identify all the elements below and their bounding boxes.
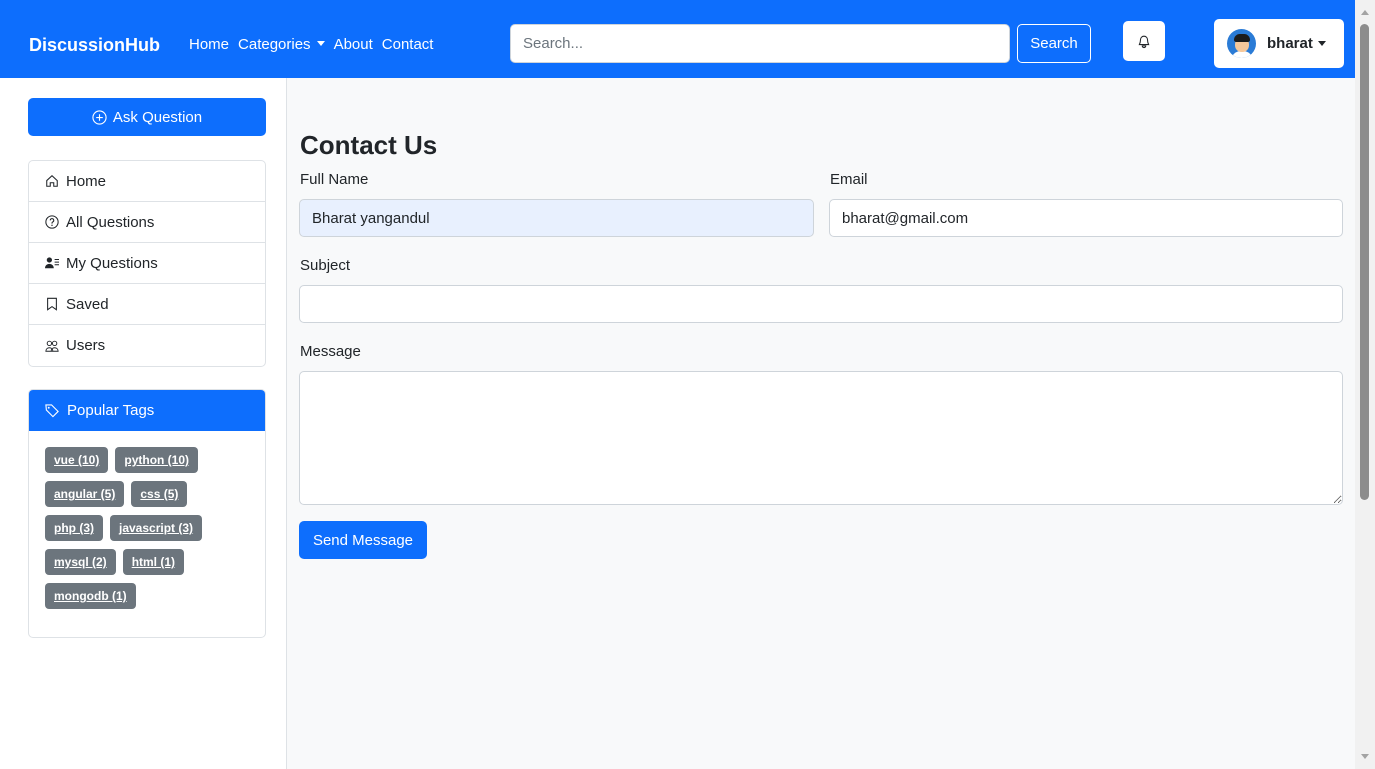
people-icon: [45, 339, 59, 353]
tag-mongodb[interactable]: mongodb (1): [45, 583, 136, 609]
page-scrollbar[interactable]: [1355, 0, 1375, 769]
sidebar-item-my-questions[interactable]: My Questions: [29, 243, 265, 284]
sidebar-item-all-questions[interactable]: All Questions: [29, 202, 265, 243]
popular-tags-title: Popular Tags: [67, 402, 155, 419]
nav-link-about[interactable]: About: [334, 33, 373, 57]
tag-python[interactable]: python (10): [115, 447, 199, 473]
bell-icon: [1138, 35, 1150, 48]
tag-css[interactable]: css (5): [131, 481, 188, 507]
send-message-button[interactable]: Send Message: [299, 521, 427, 559]
nav-link-categories-label: Categories: [238, 36, 311, 53]
subject-field[interactable]: [299, 285, 1343, 323]
search-button[interactable]: Search: [1017, 24, 1091, 63]
caret-down-icon: [316, 41, 325, 46]
ask-question-button[interactable]: Ask Question: [28, 98, 266, 136]
full-name-label: Full Name: [300, 171, 369, 188]
tags-list: vue (10) python (10) angular (5) css (5)…: [29, 431, 265, 609]
full-name-field[interactable]: [299, 199, 814, 237]
brand-logo[interactable]: DiscussionHub: [29, 33, 160, 57]
notifications-button[interactable]: [1123, 21, 1165, 61]
tag-html[interactable]: html (1): [122, 549, 185, 575]
sidebar-item-label: My Questions: [66, 254, 158, 272]
top-navbar: DiscussionHub Home Categories About Cont…: [0, 0, 1355, 78]
email-label: Email: [830, 171, 868, 188]
sidebar: Ask Question Home All Questions My Quest…: [0, 78, 287, 769]
nav-link-home[interactable]: Home: [189, 33, 229, 57]
person-lines-icon: [45, 256, 59, 270]
scroll-up-icon[interactable]: [1361, 10, 1369, 15]
tag-php[interactable]: php (3): [45, 515, 103, 541]
popular-tags-card: Popular Tags vue (10) python (10) angula…: [28, 389, 266, 638]
house-icon: [45, 174, 59, 188]
user-menu-button[interactable]: bharat: [1214, 19, 1344, 68]
question-circle-icon: [45, 215, 59, 229]
tag-angular[interactable]: angular (5): [45, 481, 125, 507]
sidebar-menu: Home All Questions My Questions Saved Us…: [28, 160, 266, 367]
tag-javascript[interactable]: javascript (3): [110, 515, 203, 541]
nav-link-categories[interactable]: Categories: [238, 33, 325, 57]
search-input[interactable]: [510, 24, 1010, 63]
sidebar-item-label: Users: [66, 337, 106, 354]
bookmark-icon: [45, 297, 59, 311]
message-label: Message: [300, 343, 361, 360]
tag-mysql[interactable]: mysql (2): [45, 549, 116, 575]
scroll-thumb[interactable]: [1360, 24, 1369, 500]
sidebar-item-saved[interactable]: Saved: [29, 284, 265, 325]
plus-circle-icon: [92, 109, 107, 125]
nav-link-contact[interactable]: Contact: [382, 33, 434, 57]
ask-question-label: Ask Question: [112, 108, 203, 126]
sidebar-item-users[interactable]: Users: [29, 325, 265, 366]
message-textarea[interactable]: [299, 371, 1343, 505]
tags-icon: [45, 404, 59, 418]
popular-tags-header: Popular Tags: [29, 390, 265, 431]
nav-links: Home Categories About Contact: [189, 33, 442, 57]
subject-label: Subject: [300, 257, 351, 274]
avatar: [1227, 29, 1256, 58]
scroll-down-icon[interactable]: [1361, 754, 1369, 759]
sidebar-item-label: Saved: [66, 295, 109, 313]
sidebar-item-home[interactable]: Home: [29, 161, 265, 202]
username: bharat: [1267, 35, 1313, 52]
email-field[interactable]: [829, 199, 1343, 237]
tag-vue[interactable]: vue (10): [45, 447, 109, 473]
sidebar-item-label: Home: [66, 172, 107, 190]
page-title: Contact Us: [300, 130, 438, 160]
sidebar-item-label: All Questions: [66, 213, 155, 231]
caret-down-icon: [1317, 41, 1326, 46]
